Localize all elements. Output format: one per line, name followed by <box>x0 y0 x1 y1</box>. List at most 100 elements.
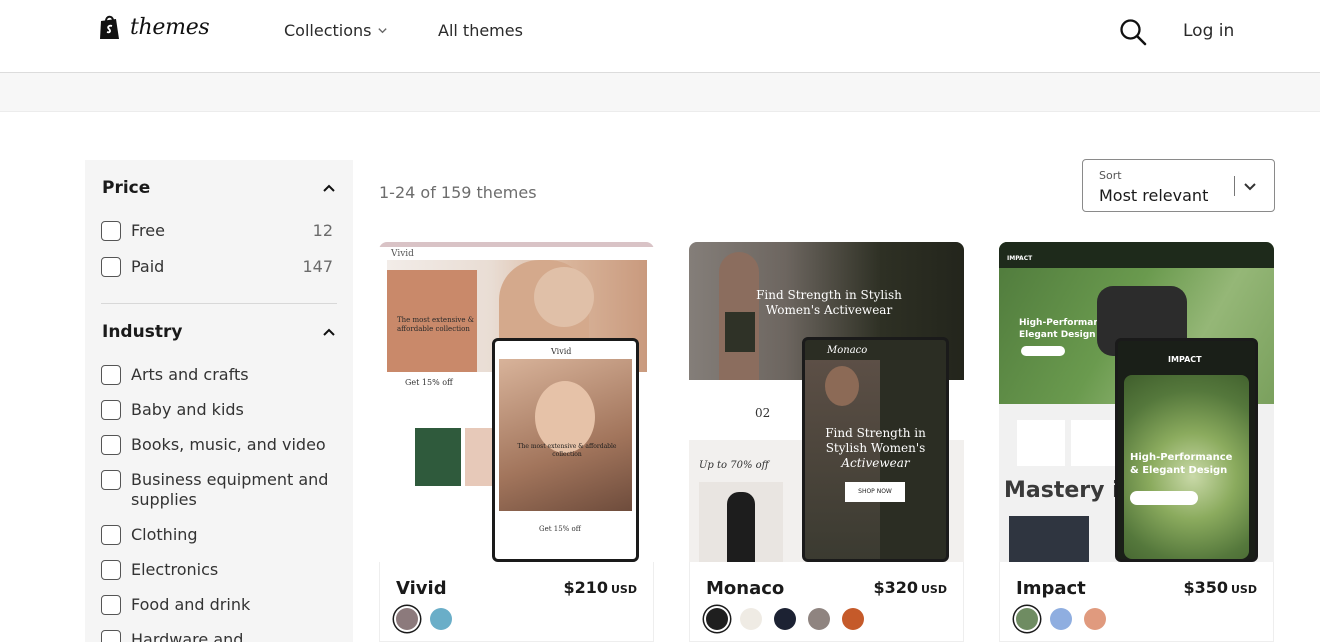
color-swatches <box>396 608 452 630</box>
preview-product <box>415 428 461 486</box>
checkbox[interactable] <box>101 365 121 385</box>
checkbox[interactable] <box>101 221 121 241</box>
preview-product-figure <box>727 492 755 562</box>
preview-product <box>1017 420 1065 466</box>
industry-filter-title: Industry <box>102 322 183 342</box>
filter-sidebar: Price Free 12 Paid 147 Industry Arts and… <box>85 160 353 642</box>
sort-separator <box>1234 176 1235 196</box>
filter-label: Business equipment and supplies <box>131 470 329 509</box>
color-swatch[interactable] <box>740 608 762 630</box>
chevron-down-icon <box>1244 183 1256 191</box>
preview-nav <box>999 242 1274 268</box>
price-filter-free[interactable]: Free 12 <box>101 221 333 241</box>
preview-hero-figure-top <box>725 312 755 352</box>
nav-collections[interactable]: Collections <box>284 21 388 40</box>
color-swatch[interactable] <box>1084 608 1106 630</box>
checkbox[interactable] <box>101 257 121 277</box>
checkbox[interactable] <box>101 435 121 455</box>
filter-label: Food and drink <box>131 595 251 614</box>
industry-filter-clothing[interactable]: Clothing <box>101 525 333 545</box>
theme-preview-image[interactable]: Vivid The most extensive & affordable co… <box>379 242 654 562</box>
preview-phone-headline: Find Strength in Stylish Women's Activew… <box>805 426 946 471</box>
theme-price: $350 USD <box>1183 578 1257 597</box>
color-swatch[interactable] <box>1050 608 1072 630</box>
industry-filter-baby[interactable]: Baby and kids <box>101 400 333 420</box>
sort-select[interactable]: Sort Most relevant <box>1082 159 1275 212</box>
preview-phone-logo: Monaco <box>827 345 868 356</box>
price-filter-paid[interactable]: Paid 147 <box>101 257 333 277</box>
checkbox[interactable] <box>101 560 121 580</box>
theme-name[interactable]: Vivid <box>396 578 447 599</box>
price-value: $210 <box>563 578 608 597</box>
industry-filter-hardware[interactable]: Hardware and automotive <box>101 630 333 642</box>
color-swatch[interactable] <box>430 608 452 630</box>
price-filter-title: Price <box>102 178 151 198</box>
preview-phone-logo: Vivid <box>551 347 572 356</box>
price-filter-header[interactable]: Price <box>102 178 336 198</box>
nav-all-themes[interactable]: All themes <box>438 21 523 40</box>
theme-name[interactable]: Monaco <box>706 578 784 599</box>
preview-product <box>1071 420 1119 466</box>
preview-logo: Vivid <box>391 249 414 259</box>
preview-headline-line: Find Strength in Stylish <box>756 288 902 302</box>
theme-card-vivid[interactable]: Vivid The most extensive & affordable co… <box>379 242 654 642</box>
filter-label: Baby and kids <box>131 400 244 419</box>
result-count: 1-24 of 159 themes <box>379 183 537 202</box>
preview-phone: Monaco Find Strength in Stylish Women's … <box>802 337 949 562</box>
theme-card-footer: Impact $350 USD <box>999 562 1274 642</box>
filter-label: Paid <box>131 257 165 276</box>
industry-filter-arts[interactable]: Arts and crafts <box>101 365 333 385</box>
color-swatch[interactable] <box>706 608 728 630</box>
divider <box>101 303 337 304</box>
preview-phone-headline: The most extensive & affordable collecti… <box>517 443 617 458</box>
site-header: themes Collections All themes Log in <box>0 0 1320 73</box>
industry-filter-header[interactable]: Industry <box>102 322 336 342</box>
search-button[interactable] <box>1118 17 1148 47</box>
preview-phone-headline-line: & Elegant Design <box>1130 465 1228 476</box>
theme-name[interactable]: Impact <box>1016 578 1086 599</box>
preview-banner: Mastery is <box>1004 478 1133 503</box>
filter-label: Clothing <box>131 525 198 544</box>
color-swatch[interactable] <box>396 608 418 630</box>
checkbox[interactable] <box>101 470 121 490</box>
preview-phone: IMPACT High-Performance & Elegant Design <box>1115 338 1258 562</box>
checkbox[interactable] <box>101 400 121 420</box>
shopify-themes-logo[interactable]: themes <box>98 14 210 41</box>
theme-preview-image[interactable]: Find Strength in Stylish Women's Activew… <box>689 242 964 562</box>
theme-preview-image[interactable]: IMPACT High-Performance & Elegant Design… <box>999 242 1274 562</box>
filter-label: Hardware and automotive <box>131 630 244 642</box>
preview-headline: Find Strength in Stylish Women's Activew… <box>729 288 929 318</box>
shopify-bag-icon <box>100 15 119 39</box>
price-value: $320 <box>873 578 918 597</box>
preview-phone-headline-line: High-Performance <box>1130 452 1233 463</box>
login-link[interactable]: Log in <box>1183 21 1234 41</box>
color-swatch[interactable] <box>842 608 864 630</box>
preview-phone: Vivid The most extensive & affordable co… <box>492 338 639 562</box>
checkbox[interactable] <box>101 630 121 642</box>
color-swatch[interactable] <box>1016 608 1038 630</box>
industry-filter-electronics[interactable]: Electronics <box>101 560 333 580</box>
price-currency: USD <box>611 583 637 596</box>
color-swatches <box>1016 608 1106 630</box>
industry-filter-business[interactable]: Business equipment and supplies <box>101 470 333 510</box>
industry-filter-books[interactable]: Books, music, and video <box>101 435 333 455</box>
preview-phone-face <box>825 366 859 406</box>
sort-label: Sort <box>1099 169 1122 182</box>
preview-product <box>1009 516 1089 562</box>
preview-topbar <box>379 242 654 247</box>
chevron-down-icon <box>378 28 388 34</box>
preview-headline-line: Women's Activewear <box>765 303 893 317</box>
preview-phone-cta: SHOP NOW <box>845 482 905 502</box>
color-swatch[interactable] <box>808 608 830 630</box>
chevron-up-icon <box>323 184 335 192</box>
nav-collections-label: Collections <box>284 21 372 40</box>
color-swatch[interactable] <box>774 608 796 630</box>
theme-card-monaco[interactable]: Find Strength in Stylish Women's Activew… <box>689 242 964 642</box>
industry-filter-food[interactable]: Food and drink <box>101 595 333 615</box>
theme-card-impact[interactable]: IMPACT High-Performance & Elegant Design… <box>999 242 1274 642</box>
checkbox[interactable] <box>101 595 121 615</box>
checkbox[interactable] <box>101 525 121 545</box>
header-subbar <box>0 73 1320 112</box>
filter-count: 12 <box>312 221 333 240</box>
logo-text: themes <box>130 15 210 40</box>
